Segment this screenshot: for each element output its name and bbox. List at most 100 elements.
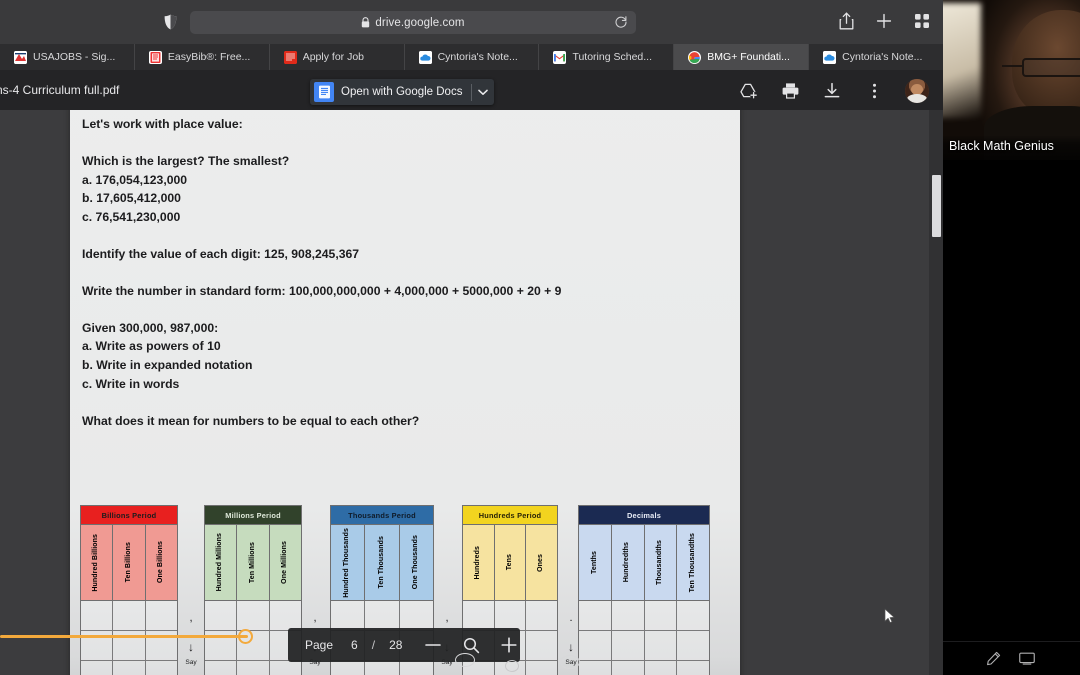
- column-label: One Thousands: [412, 535, 420, 590]
- gmail-icon: [553, 50, 567, 64]
- column-label: Hundred Millions: [216, 533, 224, 592]
- zoom-controls: [424, 636, 518, 654]
- separator-symbol: ,: [445, 612, 449, 624]
- reload-icon[interactable]: [614, 15, 628, 29]
- column-label: Tenths: [590, 550, 598, 575]
- browser-tab-easybib[interactable]: EasyBib®: Free...: [135, 44, 270, 70]
- chart-empty-row[interactable]: [81, 601, 177, 631]
- share-icon[interactable]: [835, 10, 857, 32]
- magnifier-icon[interactable]: [462, 636, 480, 654]
- chart-column: Ten Billions: [113, 525, 146, 600]
- chart-header: Decimals: [579, 506, 709, 525]
- chart-column: Ten Thousandths: [677, 525, 709, 600]
- column-label: Ones: [537, 553, 545, 572]
- chart-column: Tenths: [579, 525, 612, 600]
- vertical-scrollbar[interactable]: [929, 110, 943, 675]
- video-panel-bottom-bar: [943, 641, 1080, 675]
- doc-spacer: [82, 394, 728, 412]
- column-label: Hundreds: [474, 545, 482, 580]
- chart-empty-row[interactable]: [579, 631, 709, 661]
- chart-empty-row[interactable]: [463, 601, 557, 631]
- more-options-icon[interactable]: [863, 80, 885, 102]
- browser-tab-tutoring-sched[interactable]: Tutoring Sched...: [539, 44, 675, 70]
- page-label: Page: [305, 638, 334, 652]
- participant-name-label: Black Math Genius: [943, 135, 1080, 160]
- zoom-out-minus-icon[interactable]: [424, 636, 442, 654]
- laser-pointer-circle: [238, 629, 253, 644]
- video-panel: Black Math Genius: [943, 0, 1080, 675]
- easybib-icon: [148, 50, 162, 64]
- scrollbar-thumb[interactable]: [932, 175, 941, 237]
- chart-columns: Tenths Hundredths Thousandths Ten Thousa…: [579, 525, 709, 601]
- video-tile-participant[interactable]: Black Math Genius: [943, 0, 1080, 160]
- chevron-down-icon[interactable]: [472, 89, 494, 96]
- chart-header: Hundreds Period: [463, 506, 557, 525]
- download-icon[interactable]: [821, 80, 843, 102]
- chart-empty-row[interactable]: [331, 661, 433, 675]
- ink-annotation-circle: [505, 660, 519, 672]
- column-label: Ten Billions: [124, 542, 132, 583]
- new-tab-plus-icon[interactable]: [873, 10, 895, 32]
- browser-tab-cyntorias-note-2[interactable]: Cyntoria's Note...: [809, 44, 943, 70]
- chart-column: Hundred Thousands: [331, 525, 366, 600]
- chart-column: Hundredths: [612, 525, 645, 600]
- doc-line: Given 300,000, 987,000:: [82, 320, 219, 335]
- chart-column: Thousandths: [645, 525, 678, 600]
- add-to-drive-icon[interactable]: [737, 80, 759, 102]
- current-page-number[interactable]: 6: [351, 638, 358, 652]
- period-separator: , ↓ Say: [180, 613, 202, 667]
- chart-column: Hundreds: [463, 525, 495, 600]
- chart-empty-row[interactable]: [205, 601, 301, 631]
- separator-say-label: Say: [185, 659, 197, 666]
- browser-tab-bmg-foundation[interactable]: BMG+ Foundati...: [674, 44, 810, 70]
- chart-empty-row[interactable]: [81, 661, 177, 675]
- chart-column: Hundred Billions: [81, 525, 114, 600]
- chart-empty-row[interactable]: [579, 601, 709, 631]
- pdf-viewport[interactable]: HINDU ARABIC NUMBER SYSTEM AND PLACE VAL…: [0, 110, 943, 675]
- screen-root: drive.google.com USAJOBS - Sig... EasyBi…: [0, 0, 1080, 675]
- privacy-shield-icon[interactable]: [160, 12, 180, 32]
- browser-tab-applyforjob[interactable]: Apply for Job: [270, 44, 405, 70]
- chart-empty-row[interactable]: [579, 661, 709, 675]
- print-icon[interactable]: [779, 80, 801, 102]
- show-tab-overview-icon[interactable]: [911, 10, 933, 32]
- separator-symbol: ,: [313, 612, 317, 624]
- doc-line: Let's work with place value:: [82, 117, 243, 131]
- doc-line: What does it mean for numbers to be equa…: [82, 413, 420, 428]
- open-with-google-docs-button[interactable]: Open with Google Docs: [310, 79, 495, 105]
- column-label: Tens: [505, 554, 513, 571]
- share-screen-icon[interactable]: [1019, 651, 1035, 667]
- google-docs-icon: [314, 82, 334, 102]
- address-bar[interactable]: drive.google.com: [190, 11, 636, 34]
- chart-column: One Thousands: [400, 525, 433, 600]
- annotate-pen-icon[interactable]: [985, 651, 1001, 667]
- chart-column: Tens: [495, 525, 527, 600]
- column-label: Hundredths: [623, 542, 631, 583]
- chart-columns: Hundred Millions Ten Millions One Millio…: [205, 525, 301, 601]
- column-label: Ten Thousandths: [688, 532, 696, 593]
- doc-line: a. Write as powers of 10: [82, 339, 221, 354]
- doc-spacer: [82, 134, 728, 152]
- place-value-chart-billions: Billions Period Hundred Billions Ten Bil…: [80, 505, 178, 675]
- onedrive-cloud-icon: [418, 50, 432, 64]
- google-icon: [688, 50, 702, 64]
- browser-tab-usajobs[interactable]: USAJOBS - Sig...: [0, 44, 135, 70]
- avatar[interactable]: [905, 79, 929, 103]
- tab-label: USAJOBS - Sig...: [33, 51, 116, 63]
- chart-header: Billions Period: [81, 506, 177, 525]
- column-label: Hundred Billions: [92, 533, 100, 592]
- mouse-cursor-arrow: [884, 608, 895, 629]
- tab-label: Cyntoria's Note...: [842, 51, 923, 63]
- toolbar-right-actions: [835, 10, 933, 32]
- chart-empty-row[interactable]: [331, 601, 433, 631]
- chart-empty-row[interactable]: [205, 661, 301, 675]
- doc-line: b. Write in expanded notation: [82, 358, 253, 373]
- browser-tab-cyntorias-note-1[interactable]: Cyntoria's Note...: [405, 44, 540, 70]
- total-pages: 28: [389, 638, 403, 652]
- zoom-in-plus-icon[interactable]: [500, 636, 518, 654]
- drive-header-actions: [737, 79, 929, 103]
- chart-column: Hundred Millions: [205, 525, 238, 600]
- column-label: One Billions: [157, 541, 165, 584]
- usajobs-icon: [14, 50, 27, 64]
- doc-spacer: [82, 227, 728, 245]
